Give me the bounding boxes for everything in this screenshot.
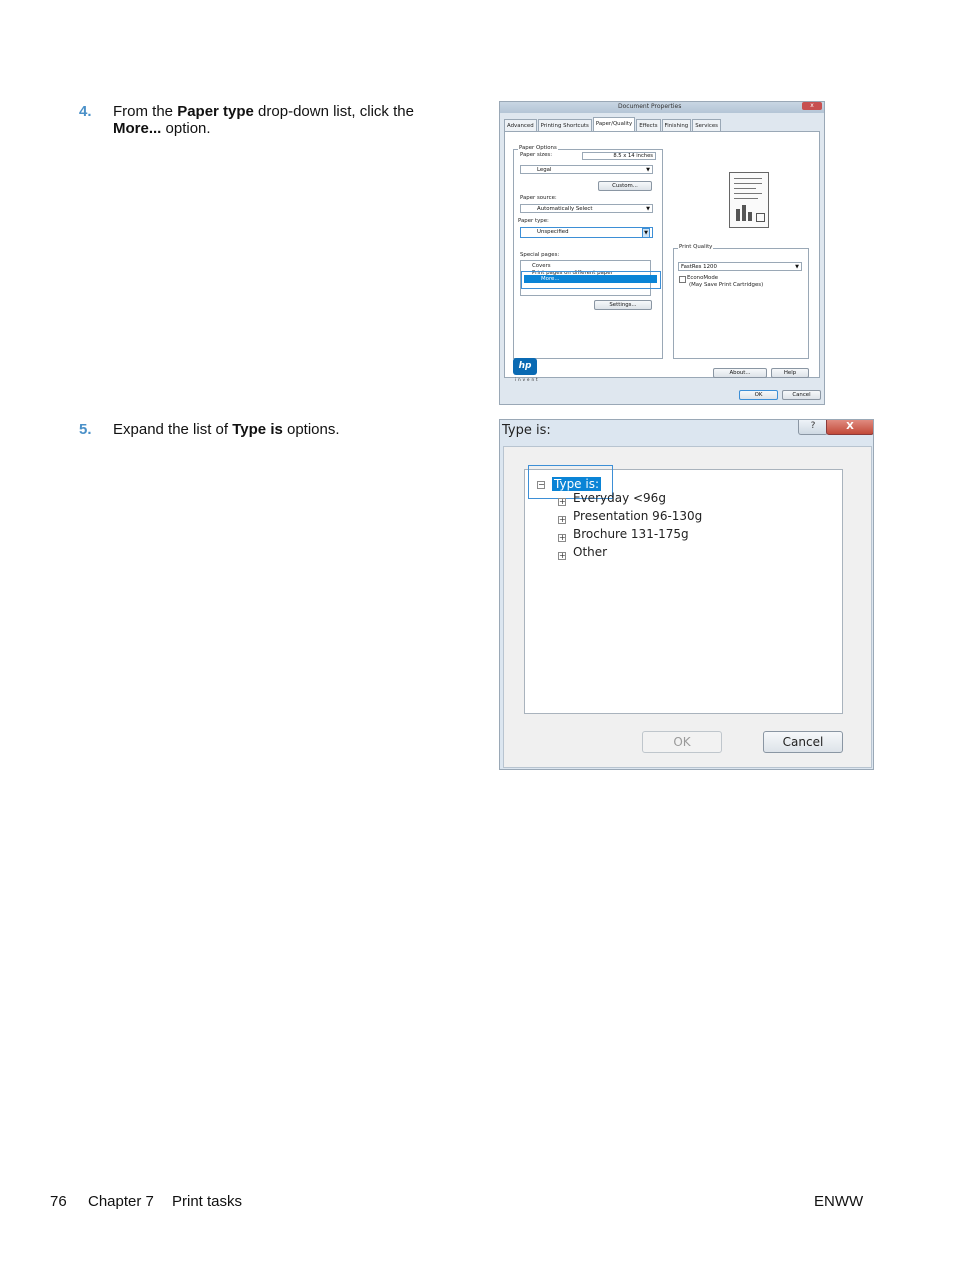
ok-button[interactable]: OK — [642, 731, 722, 753]
print-quality-value: FastRes 1200 — [681, 264, 717, 270]
type-tree: − Type is: + Everyday <96g + Presentatio… — [524, 465, 843, 714]
footer-right-label: ENWW — [814, 1193, 864, 1210]
paper-quality-panel: Paper Options Paper sizes: 8.5 x 14 inch… — [504, 131, 820, 378]
tab-strip: Advanced Printing Shortcuts Paper/Qualit… — [504, 117, 721, 132]
step-text-part: options. — [282, 421, 340, 438]
chapter-label: Chapter 7 — [88, 1193, 154, 1210]
step-text-part: Expand the list of — [113, 421, 233, 438]
close-button[interactable]: x — [802, 102, 822, 110]
document-properties-screenshot: Document Properties x Advanced Printing … — [499, 101, 825, 405]
page-number: 76 — [50, 1193, 67, 1210]
tree-node-presentation[interactable]: Presentation 96-130g — [573, 509, 702, 523]
cancel-button[interactable]: Cancel — [763, 731, 843, 753]
paper-type-label: Paper type: — [518, 218, 549, 224]
step-text: Expand the list of Type is options. — [113, 421, 473, 438]
economode-label: EconoMode — [687, 275, 719, 281]
paper-size-dropdown[interactable]: Legal ▼ — [520, 165, 653, 174]
help-button[interactable]: Help — [771, 368, 809, 378]
paper-size-dims: 8.5 x 14 inches — [582, 152, 656, 160]
about-button[interactable]: About... — [713, 368, 767, 378]
paper-source-value: Automatically Select — [537, 206, 593, 212]
more-option[interactable]: More... — [524, 275, 657, 283]
paper-type-value: Unspecified — [537, 229, 569, 235]
paper-sizes-label: Paper sizes: — [520, 152, 553, 158]
step-number: 5. — [79, 421, 92, 438]
economode-checkbox[interactable] — [679, 276, 686, 283]
paper-source-dropdown[interactable]: Automatically Select ▼ — [520, 204, 653, 213]
hp-tagline: invent — [515, 377, 540, 382]
tree-node-everyday[interactable]: Everyday <96g — [573, 491, 666, 505]
dialog-title: Type is: — [502, 423, 551, 438]
chevron-down-icon: ▼ — [646, 206, 650, 212]
hp-logo: hp — [513, 358, 537, 375]
paper-type-dropdown[interactable]: Unspecified ▼ — [520, 227, 653, 238]
print-quality-dropdown[interactable]: FastRes 1200 ▼ — [678, 262, 802, 271]
step-number: 4. — [79, 103, 92, 120]
economode-note: (May Save Print Cartridges) — [689, 282, 764, 288]
help-button[interactable]: ? — [798, 420, 828, 435]
document-preview-icon — [729, 172, 769, 228]
step-text-part: option. — [161, 120, 211, 137]
special-pages-label: Special pages: — [520, 252, 560, 258]
type-is-screenshot: Type is: ? X − Type is: + Everyday <96g … — [499, 419, 874, 770]
expand-icon[interactable]: + — [558, 498, 566, 506]
tab-paper-quality[interactable]: Paper/Quality — [592, 117, 636, 132]
section-label: Print tasks — [172, 1193, 243, 1210]
expand-icon[interactable]: + — [558, 534, 566, 542]
step-text: From the Paper type drop-down list, clic… — [113, 103, 473, 137]
cancel-button[interactable]: Cancel — [782, 390, 821, 400]
tree-node-brochure[interactable]: Brochure 131-175g — [573, 527, 689, 541]
special-pages-covers[interactable]: Covers — [532, 263, 551, 269]
print-quality-label: Print Quality — [678, 244, 714, 250]
step-text-bold: More... — [113, 120, 162, 137]
settings-button[interactable]: Settings... — [594, 300, 652, 310]
step-text-bold: Type is — [232, 421, 283, 438]
chevron-down-icon: ▼ — [646, 167, 650, 173]
paper-size-value: Legal — [537, 167, 552, 173]
tree-node-other[interactable]: Other — [573, 545, 607, 559]
ok-button[interactable]: OK — [739, 390, 778, 400]
custom-button[interactable]: Custom... — [598, 181, 652, 191]
step-text-part: From the — [113, 103, 178, 120]
expand-icon[interactable]: + — [558, 552, 566, 560]
close-button[interactable]: X — [826, 420, 873, 435]
chevron-down-icon: ▼ — [795, 264, 799, 270]
chevron-down-icon: ▼ — [642, 228, 650, 238]
dialog-body: − Type is: + Everyday <96g + Presentatio… — [503, 446, 872, 768]
dialog-title: Document Properties — [618, 103, 682, 110]
step-text-part: drop-down list, click the — [253, 103, 414, 120]
expand-icon[interactable]: + — [558, 516, 566, 524]
step-text-bold: Paper type — [177, 103, 254, 120]
title-bar: Document Properties x — [500, 102, 824, 113]
paper-options-label: Paper Options — [518, 145, 558, 151]
paper-source-label: Paper source: — [520, 195, 557, 201]
